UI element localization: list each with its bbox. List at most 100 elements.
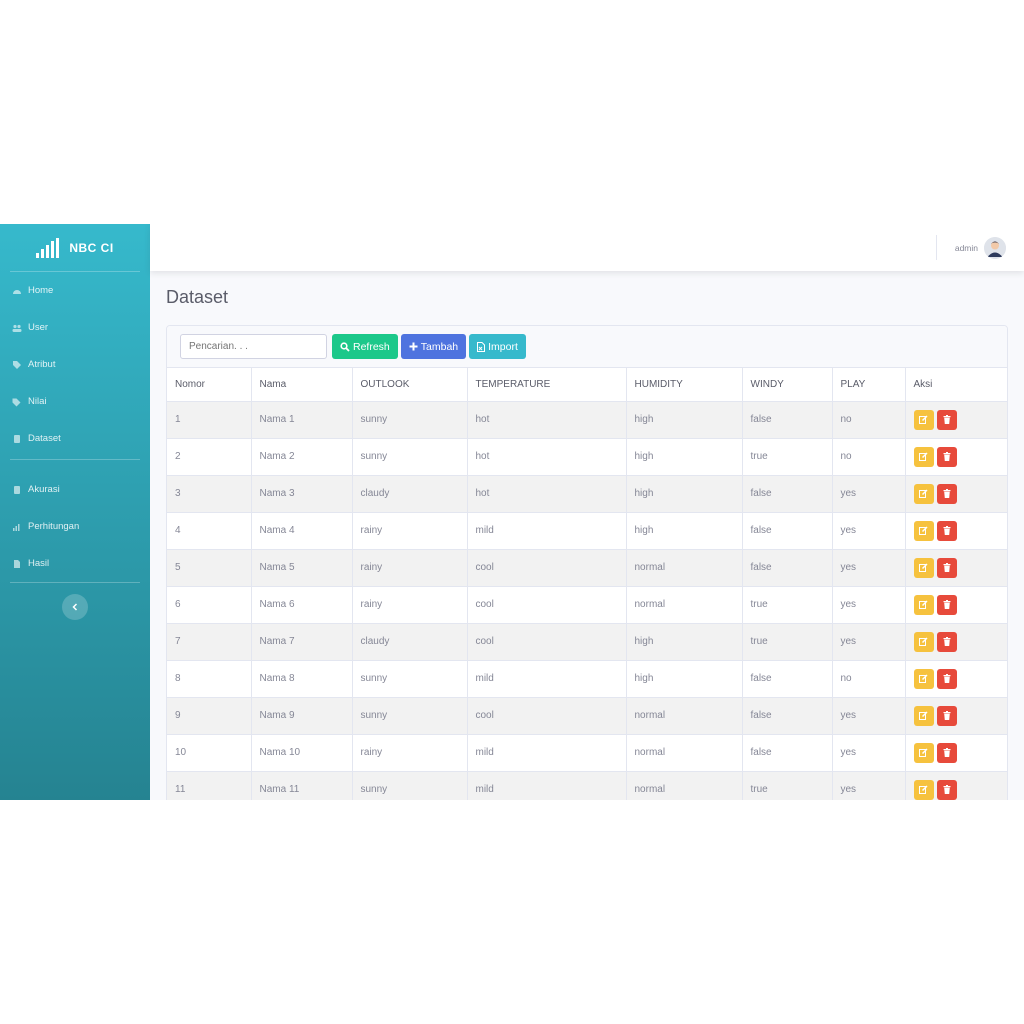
edit-icon <box>919 711 928 720</box>
delete-button[interactable] <box>936 483 957 504</box>
sidebar-item-hasil[interactable]: Hasil <box>0 545 150 582</box>
trash-icon <box>943 748 950 757</box>
edit-button[interactable] <box>913 631 934 652</box>
sidebar-item-user[interactable]: User <box>0 309 150 346</box>
sidebar-item-label: Perhitungan <box>28 521 80 532</box>
sidebar-item-dataset[interactable]: Dataset <box>0 420 150 457</box>
sidebar-toggle-wrap <box>0 583 150 620</box>
column-header[interactable]: Nomor <box>167 368 252 402</box>
edit-button[interactable] <box>913 779 934 800</box>
dashboard-icon <box>12 286 22 296</box>
user-name[interactable]: admin <box>955 243 978 253</box>
tag-icon <box>12 360 22 370</box>
column-header[interactable]: Nama <box>251 368 353 402</box>
table-row: 6 Nama 6 rainy cool normal true yes <box>167 586 1007 624</box>
sidebar-toggle-button[interactable] <box>62 594 88 620</box>
main-content: admin Dataset Refresh T <box>150 224 1024 800</box>
avatar[interactable] <box>984 236 1006 259</box>
add-label: Tambah <box>420 340 459 353</box>
table-cell: sunny <box>352 660 468 698</box>
edit-icon <box>919 785 928 794</box>
column-header[interactable]: WINDY <box>742 368 833 402</box>
delete-button[interactable] <box>936 779 957 800</box>
import-label: Import <box>488 340 518 353</box>
add-button[interactable]: Tambah <box>400 334 467 359</box>
column-header[interactable]: HUMIDITY <box>626 368 743 402</box>
edit-button[interactable] <box>913 483 934 504</box>
table-cell: 10 <box>167 734 252 772</box>
delete-button[interactable] <box>936 668 957 689</box>
table-cell: rainy <box>352 512 468 550</box>
table-row: 11 Nama 11 sunny mild normal true yes <box>167 771 1007 800</box>
edit-button[interactable] <box>913 557 934 578</box>
table-cell: Nama 10 <box>251 734 353 772</box>
edit-button[interactable] <box>913 594 934 615</box>
table-row: 1 Nama 1 sunny hot high false no <box>167 401 1007 439</box>
column-header[interactable]: PLAY <box>832 368 906 402</box>
table-cell: false <box>742 512 833 550</box>
table-cell: 1 <box>167 401 252 439</box>
table-cell: cool <box>467 549 627 587</box>
row-actions <box>913 483 957 504</box>
table-cell: Nama 11 <box>251 771 353 800</box>
table-row: 8 Nama 8 sunny mild high false no <box>167 660 1007 698</box>
table-cell: 5 <box>167 549 252 587</box>
table-cell: false <box>742 697 833 735</box>
delete-button[interactable] <box>936 631 957 652</box>
import-button[interactable]: Import <box>469 334 526 359</box>
brand[interactable]: NBC CI <box>0 224 150 271</box>
delete-button[interactable] <box>936 594 957 615</box>
user-avatar-icon <box>984 236 1006 259</box>
action-cell <box>905 771 1007 800</box>
table-cell: false <box>742 401 833 439</box>
delete-button[interactable] <box>936 409 957 430</box>
table-cell: Nama 3 <box>251 475 353 513</box>
search-input[interactable] <box>180 334 327 359</box>
column-header[interactable]: OUTLOOK <box>352 368 468 402</box>
search-icon <box>340 341 350 352</box>
table-cell: no <box>832 660 906 698</box>
edit-button[interactable] <box>913 668 934 689</box>
delete-button[interactable] <box>936 705 957 726</box>
edit-button[interactable] <box>913 446 934 467</box>
table-row: 4 Nama 4 rainy mild high false yes <box>167 512 1007 550</box>
sidebar-item-atribut[interactable]: Atribut <box>0 346 150 383</box>
delete-button[interactable] <box>936 557 957 578</box>
action-cell <box>905 549 1007 587</box>
action-cell <box>905 475 1007 513</box>
sidebar-item-perhitungan[interactable]: Perhitungan <box>0 508 150 545</box>
action-cell <box>905 512 1007 550</box>
row-actions <box>913 594 957 615</box>
delete-button[interactable] <box>936 742 957 763</box>
edit-button[interactable] <box>913 520 934 541</box>
table-cell: cool <box>467 623 627 661</box>
edit-button[interactable] <box>913 742 934 763</box>
column-header[interactable]: TEMPERATURE <box>467 368 627 402</box>
delete-button[interactable] <box>936 520 957 541</box>
column-header[interactable]: Aksi <box>905 368 1007 402</box>
table-cell: yes <box>832 475 906 513</box>
sidebar-item-label: Home <box>28 285 54 296</box>
card-toolbar: Refresh Tambah Import <box>167 326 1007 368</box>
table-cell: mild <box>467 734 627 772</box>
table-cell: 6 <box>167 586 252 624</box>
table-cell: sunny <box>352 438 468 476</box>
sidebar-item-home[interactable]: Home <box>0 272 150 309</box>
trash-icon <box>943 600 950 609</box>
refresh-button[interactable]: Refresh <box>332 334 398 359</box>
action-cell <box>905 660 1007 698</box>
table-cell: rainy <box>352 549 468 587</box>
sidebar-item-nilai[interactable]: Nilai <box>0 383 150 420</box>
table-cell: high <box>626 438 743 476</box>
delete-button[interactable] <box>936 446 957 467</box>
edit-button[interactable] <box>913 705 934 726</box>
dataset-card: Refresh Tambah Import NomorNamaOUTLOOKTE… <box>166 325 1008 800</box>
trash-icon <box>943 563 950 572</box>
table-row: 7 Nama 7 claudy cool high true yes <box>167 623 1007 661</box>
row-actions <box>913 668 957 689</box>
table-cell: 2 <box>167 438 252 476</box>
sidebar-item-akurasi[interactable]: Akurasi <box>0 471 150 508</box>
action-cell <box>905 734 1007 772</box>
edit-button[interactable] <box>913 409 934 430</box>
table-cell: true <box>742 771 833 800</box>
